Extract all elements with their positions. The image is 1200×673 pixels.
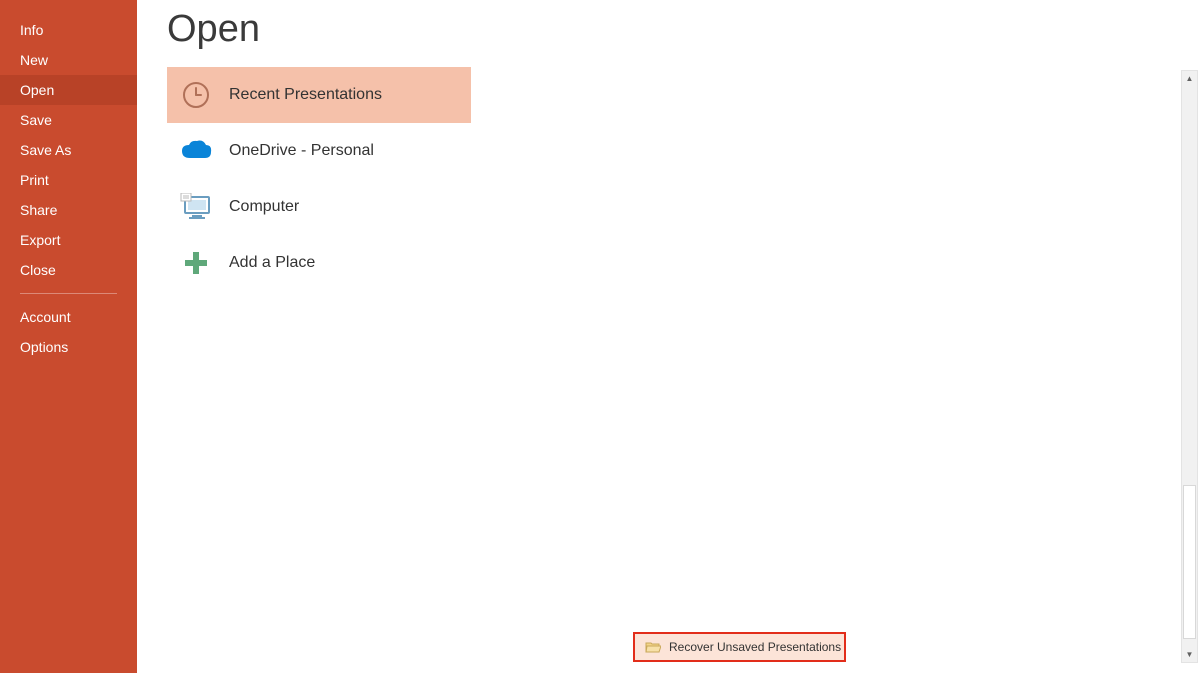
scroll-down-icon[interactable]: ▼ [1182,647,1197,662]
sidebar-item-label: Options [20,339,68,355]
recover-unsaved-button[interactable]: Recover Unsaved Presentations [633,632,846,662]
scroll-thumb[interactable] [1183,485,1196,639]
sidebar-item-label: Print [20,172,49,188]
sidebar-item-label: Save [20,112,52,128]
sidebar-item-save[interactable]: Save [0,105,137,135]
sidebar-item-label: New [20,52,48,68]
location-label: Add a Place [229,254,315,272]
main-panel: Open Recent Presentations OneDrive - Per… [137,0,1200,673]
onedrive-icon [179,134,213,168]
location-item-computer[interactable]: Computer [167,179,471,235]
plus-icon [179,246,213,280]
computer-icon [179,190,213,224]
sidebar-item-close[interactable]: Close [0,255,137,285]
location-label: Computer [229,198,299,216]
sidebar-item-open[interactable]: Open [0,75,137,105]
sidebar-item-new[interactable]: New [0,45,137,75]
location-label: OneDrive - Personal [229,142,374,160]
sidebar-item-print[interactable]: Print [0,165,137,195]
sidebar-item-label: Info [20,22,43,38]
folder-open-icon [645,641,661,653]
sidebar-item-info[interactable]: Info [0,15,137,45]
sidebar-divider [20,293,117,294]
sidebar-item-label: Account [20,309,71,325]
sidebar-item-share[interactable]: Share [0,195,137,225]
location-label: Recent Presentations [229,86,382,104]
location-item-recent[interactable]: Recent Presentations [167,67,471,123]
location-item-onedrive[interactable]: OneDrive - Personal [167,123,471,179]
location-item-add-place[interactable]: Add a Place [167,235,471,291]
sidebar-item-label: Share [20,202,57,218]
sidebar: Info New Open Save Save As Print Share E… [0,0,137,673]
sidebar-item-label: Save As [20,142,71,158]
sidebar-item-label: Open [20,82,54,98]
sidebar-item-save-as[interactable]: Save As [0,135,137,165]
sidebar-item-label: Export [20,232,60,248]
clock-icon [179,78,213,112]
sidebar-item-export[interactable]: Export [0,225,137,255]
sidebar-item-label: Close [20,262,56,278]
scroll-up-icon[interactable]: ▲ [1182,71,1197,86]
vertical-scrollbar[interactable]: ▲ ▼ [1181,70,1198,663]
location-list: Recent Presentations OneDrive - Personal [167,67,471,291]
page-title: Open [167,8,1200,51]
recover-label: Recover Unsaved Presentations [669,640,841,654]
sidebar-item-account[interactable]: Account [0,302,137,332]
sidebar-item-options[interactable]: Options [0,332,137,362]
